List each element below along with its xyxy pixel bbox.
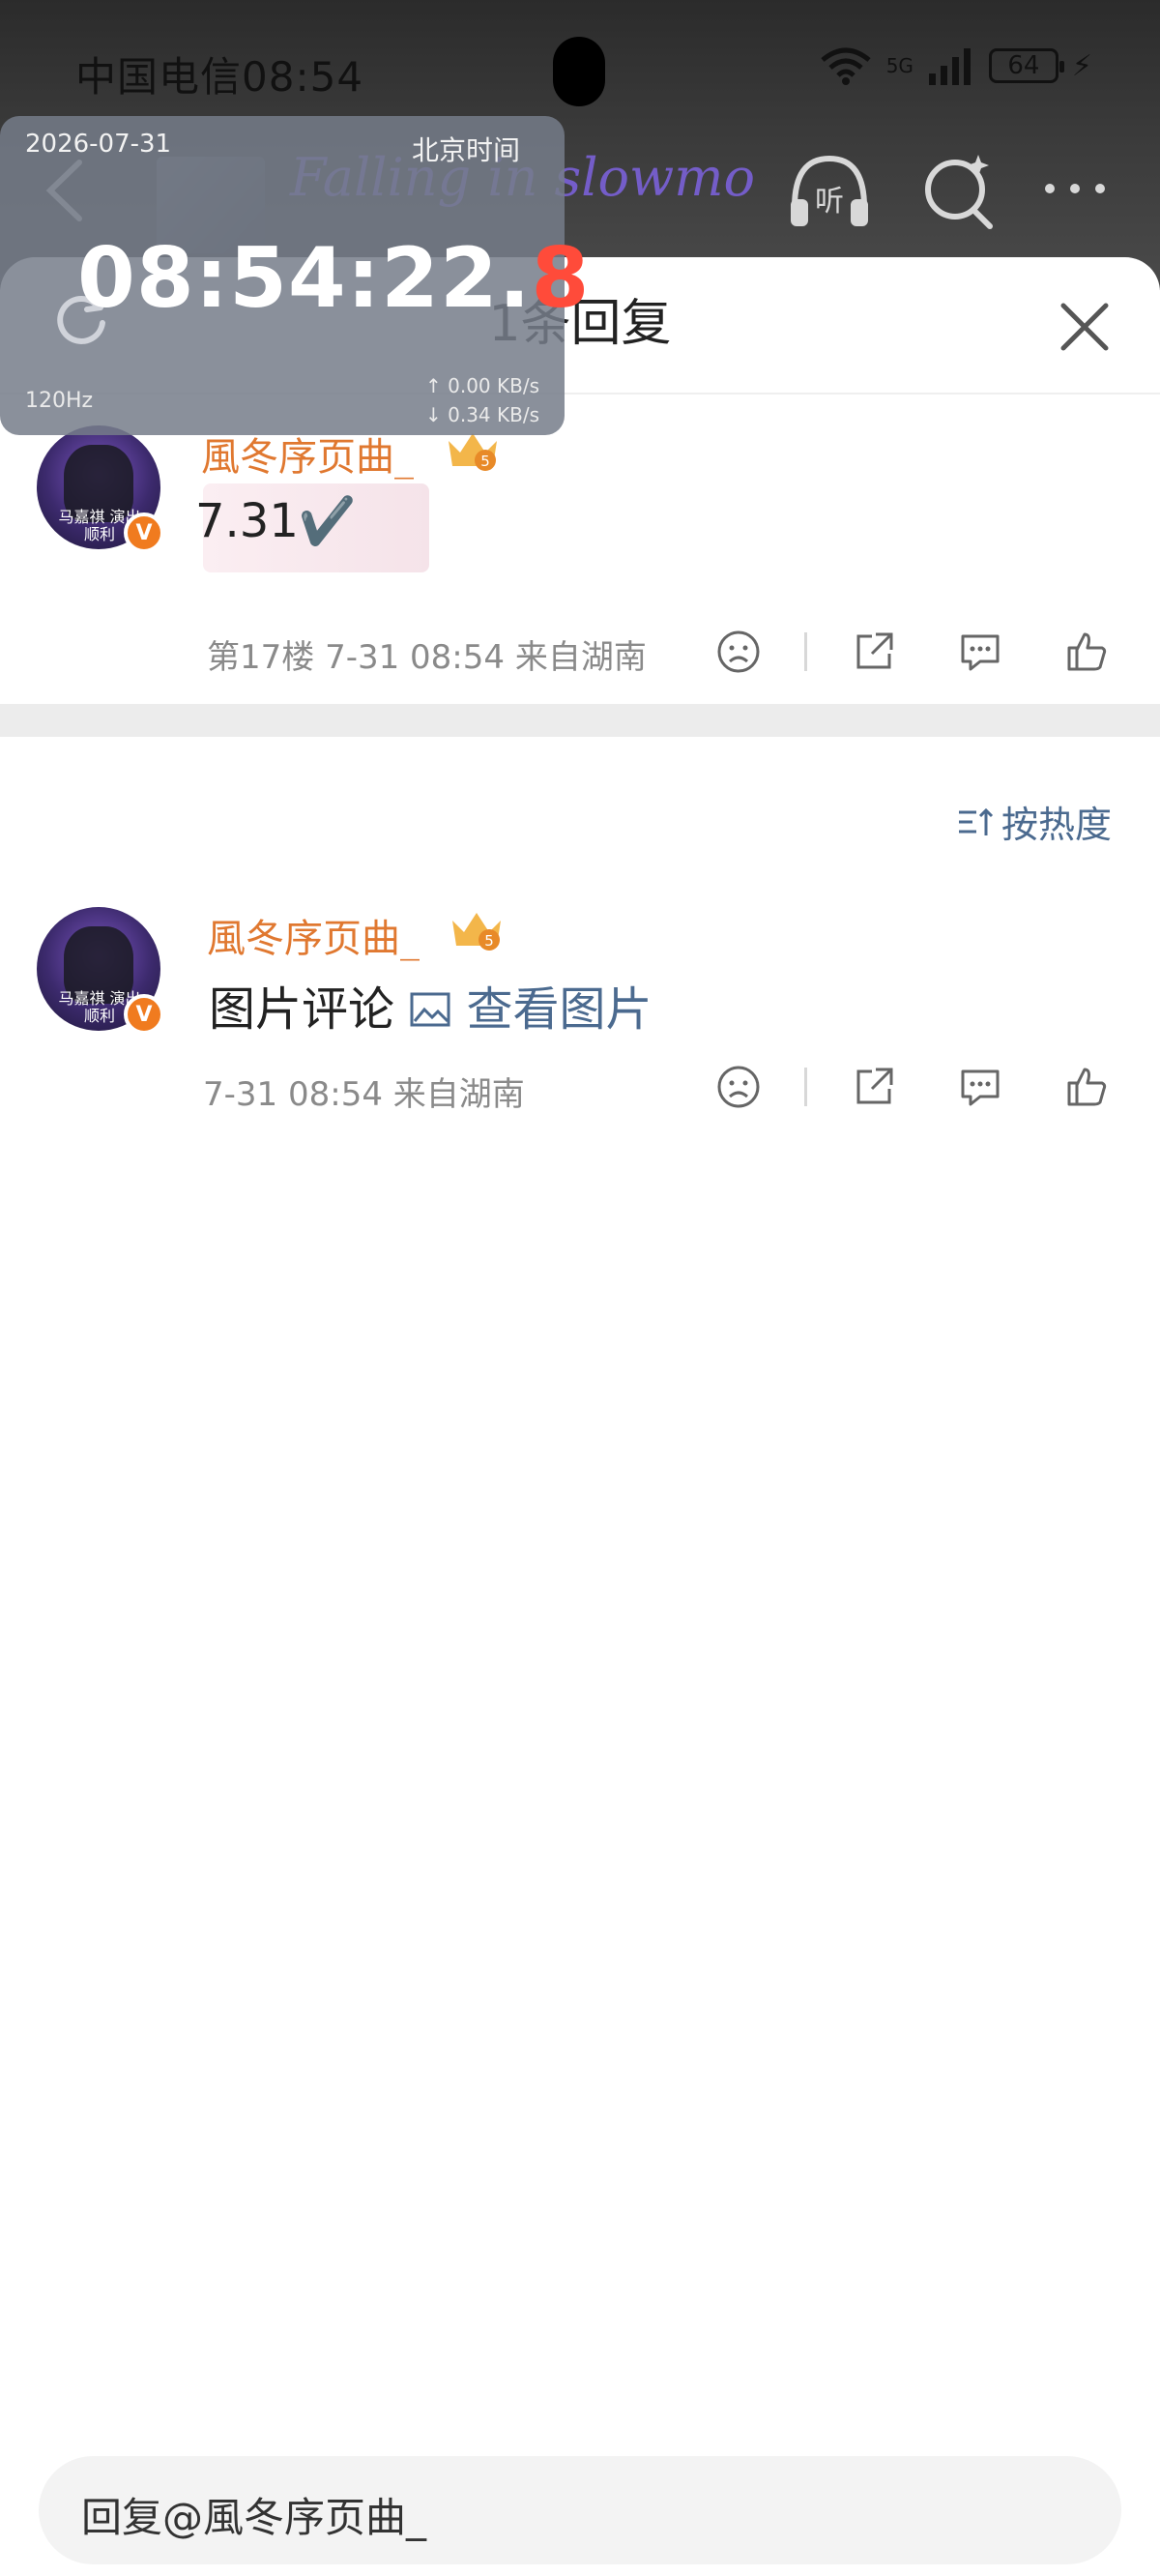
clock-time-main: 08:54:22.	[77, 230, 532, 327]
floating-clock[interactable]: 2026-07-31 北京时间 08:54:22.8 120Hz ↑ 0.00 …	[0, 116, 589, 435]
search-icon[interactable]	[920, 149, 998, 232]
verified-badge: V	[124, 994, 164, 1035]
status-bar: 中国电信08:54 5G 64 ⚡	[0, 0, 1160, 135]
reply-placeholder: 回复@風冬序页曲_	[81, 2494, 427, 2541]
avatar[interactable]: 马嘉祺 演出顺利 V	[37, 425, 164, 553]
level-number: 5	[480, 453, 490, 470]
sort-toggle[interactable]: 按热度	[955, 795, 1112, 848]
section-divider	[0, 704, 1160, 737]
status-icons: 5G 64 ⚡	[819, 46, 1092, 85]
share-icon[interactable]	[851, 1064, 897, 1110]
network-speed: ↑ 0.00 KB/s ↓ 0.34 KB/s	[425, 371, 539, 429]
clock-timezone: 北京时间	[412, 134, 521, 166]
action-divider	[804, 632, 807, 671]
crown-level-icon: 5	[452, 913, 501, 951]
sort-icon	[958, 807, 994, 835]
view-image-link[interactable]: 查看图片	[409, 982, 652, 1037]
username[interactable]: 風冬序页曲_	[207, 907, 420, 963]
reply-input[interactable]: 回复@風冬序页曲_	[39, 2456, 1121, 2564]
clock-time-fraction: 8	[531, 230, 591, 327]
dislike-face-icon[interactable]	[715, 629, 762, 675]
reply-sheet: 1条回复	[0, 257, 1160, 2576]
clock-time: 08:54:22.8	[77, 230, 590, 327]
more-icon[interactable]	[1040, 174, 1110, 203]
comment-meta: 第17楼 7-31 08:54 来自湖南	[207, 638, 647, 677]
network-type: 5G	[885, 54, 914, 77]
upload-speed: ↑ 0.00 KB/s	[425, 374, 539, 397]
comment-icon[interactable]	[957, 1064, 1003, 1110]
avatar[interactable]: 马嘉祺 演出顺利 V	[37, 907, 164, 1035]
battery-level: 64	[1007, 51, 1040, 80]
comment-body: 图片评论	[209, 982, 395, 1037]
battery-indicator: 64	[988, 48, 1064, 83]
carrier-time: 中国电信08:54	[75, 53, 364, 101]
comment-icon[interactable]	[957, 629, 1003, 675]
comment-meta: 7-31 08:54 来自湖南	[203, 1075, 525, 1114]
level-number: 5	[484, 932, 494, 950]
like-icon[interactable]	[1063, 629, 1110, 675]
view-image-label: 查看图片	[466, 982, 652, 1037]
image-icon	[410, 992, 450, 1027]
clock-date: 2026-07-31	[25, 130, 172, 159]
action-divider	[804, 1068, 807, 1106]
close-icon[interactable]	[1058, 300, 1112, 354]
listen-label: 听	[815, 185, 844, 219]
share-icon[interactable]	[851, 629, 897, 675]
dislike-face-icon[interactable]	[715, 1064, 762, 1110]
headphones-icon[interactable]: 听	[785, 149, 874, 230]
comment-text: 7.31✔️	[195, 494, 357, 548]
camera-cutout	[553, 37, 605, 106]
verified-badge: V	[124, 512, 164, 553]
wifi-icon	[821, 47, 871, 85]
lightning-icon: ⚡	[1071, 48, 1092, 83]
signal-bars-icon	[928, 48, 971, 85]
download-speed: ↓ 0.34 KB/s	[425, 403, 539, 426]
sort-label: 按热度	[1000, 804, 1112, 846]
comment-text: 图片评论 查看图片	[209, 971, 652, 1039]
refresh-rate: 120Hz	[25, 389, 94, 413]
like-icon[interactable]	[1063, 1064, 1110, 1110]
